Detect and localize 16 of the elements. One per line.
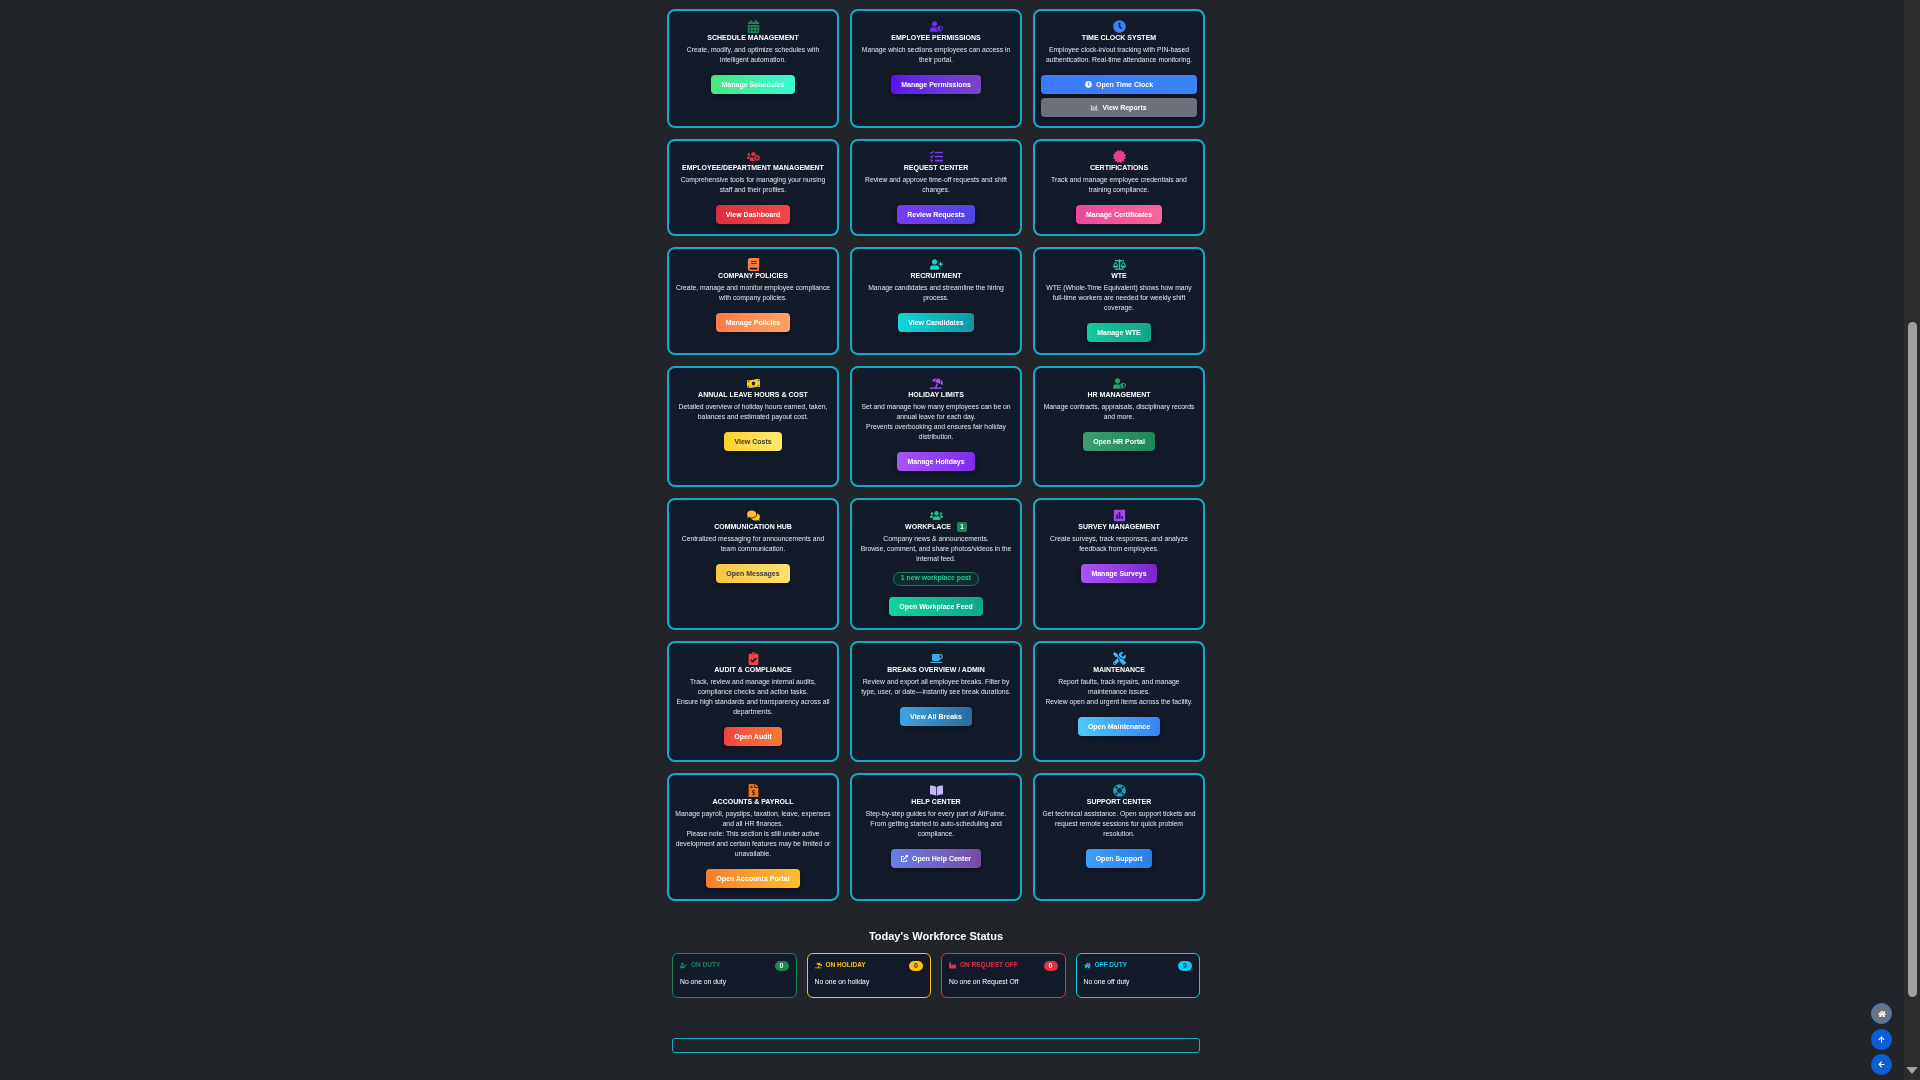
user-check-icon: [680, 962, 687, 969]
home-button[interactable]: [1871, 1003, 1892, 1024]
scrollbar-thumb[interactable]: [1907, 322, 1917, 997]
home-icon: [1877, 1009, 1886, 1018]
clock-icon: [1084, 81, 1092, 88]
back-button[interactable]: [1871, 1054, 1892, 1075]
factory-icon: [949, 962, 956, 969]
beach-umbrella-icon: [814, 962, 822, 969]
bar-chart-icon: [1091, 103, 1099, 111]
scroll-down-arrow-icon[interactable]: [1906, 1067, 1918, 1074]
section-title: Today's Workforce Status: [868, 928, 1004, 943]
arrow-up-icon: [1878, 1035, 1885, 1043]
house-icon: [1083, 962, 1091, 969]
external-link-icon: [900, 854, 908, 862]
arrow-left-icon: [1878, 1061, 1885, 1068]
scroll-top-button[interactable]: [1871, 1028, 1892, 1050]
